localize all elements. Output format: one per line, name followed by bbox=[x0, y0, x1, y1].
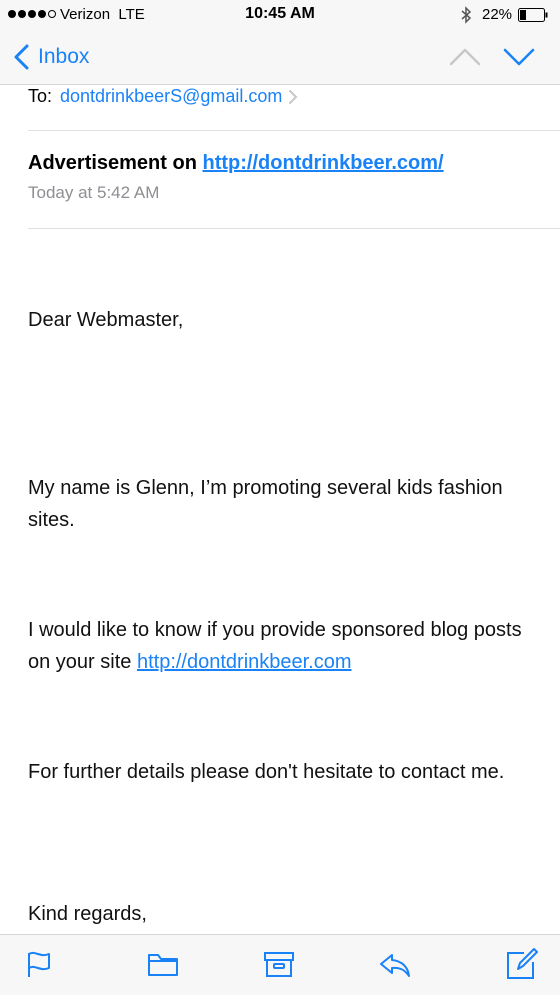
header-divider bbox=[28, 130, 560, 131]
status-bar: Verizon LTE 10:45 AM 22% bbox=[0, 0, 560, 30]
intro-paragraph: My name is Glenn, I’m promoting several … bbox=[28, 477, 503, 531]
back-to-inbox-button[interactable]: Inbox bbox=[12, 40, 89, 74]
closing: Kind regards, bbox=[28, 903, 147, 925]
email-subject: Advertisement on http://dontdrinkbeer.co… bbox=[28, 152, 444, 175]
folder-icon[interactable] bbox=[146, 947, 180, 981]
recipient-row[interactable]: To: dontdrinkbeerS@gmail.com bbox=[28, 86, 298, 107]
battery-percentage: 22% bbox=[482, 6, 513, 23]
bottom-toolbar bbox=[0, 934, 560, 995]
bluetooth-icon bbox=[461, 6, 472, 24]
request-link[interactable]: http://dontdrinkbeer.com bbox=[137, 651, 352, 673]
back-label: Inbox bbox=[38, 45, 90, 68]
recipient-address[interactable]: dontdrinkbeerS@gmail.com bbox=[60, 86, 282, 107]
chevron-right-icon bbox=[289, 89, 298, 104]
subject-link[interactable]: http://dontdrinkbeer.com/ bbox=[202, 152, 443, 174]
chevron-up-icon[interactable] bbox=[448, 46, 482, 68]
battery-icon bbox=[518, 8, 548, 22]
flag-icon[interactable] bbox=[22, 947, 56, 981]
subject-text: Advertisement on bbox=[28, 152, 203, 174]
status-time: 10:45 AM bbox=[245, 5, 315, 22]
navigation-bar: Inbox bbox=[0, 30, 560, 85]
chevron-down-icon[interactable] bbox=[502, 46, 536, 68]
details-paragraph: For further details please don't hesitat… bbox=[28, 761, 505, 783]
greeting: Dear Webmaster, bbox=[28, 309, 184, 331]
to-label: To: bbox=[28, 86, 53, 106]
compose-icon[interactable] bbox=[504, 947, 538, 981]
chevron-left-icon bbox=[14, 44, 29, 70]
request-paragraph: I would like to know if you provide spon… bbox=[28, 614, 548, 678]
archive-icon[interactable] bbox=[262, 947, 296, 981]
email-screen: Verizon LTE 10:45 AM 22% Inbox To: dontd… bbox=[0, 0, 560, 995]
email-date: Today at 5:42 AM bbox=[28, 183, 160, 202]
subject-divider bbox=[28, 228, 560, 229]
reply-icon[interactable] bbox=[378, 947, 412, 981]
